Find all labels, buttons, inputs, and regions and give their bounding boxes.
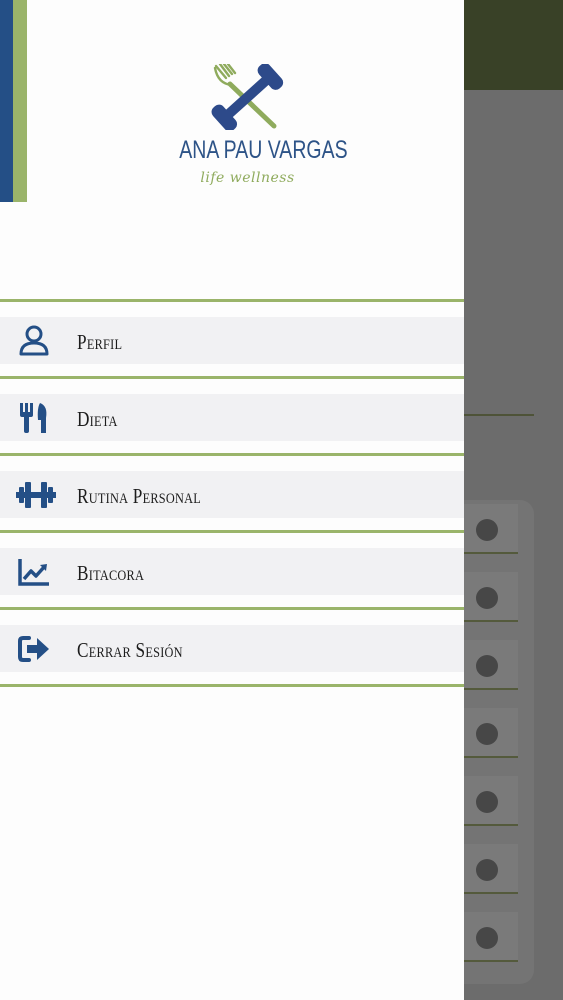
toggle-switch[interactable] (476, 655, 498, 677)
menu-divider (0, 684, 464, 687)
brand-name: ANA PAU VARGAS (179, 136, 348, 164)
toggle-switch[interactable] (476, 723, 498, 745)
settings-row (464, 572, 518, 622)
menu-item-background (0, 317, 464, 364)
toggle-switch[interactable] (476, 587, 498, 609)
navigation-drawer: ANA PAU VARGAS life wellness Perfil Diet… (0, 0, 464, 1000)
menu-item-bitacora[interactable]: Bitacora (0, 533, 464, 607)
menu-item-dieta[interactable]: Dieta (0, 379, 464, 453)
toggle-switch[interactable] (476, 859, 498, 881)
section-divider (464, 414, 534, 416)
menu-item-label: Rutina Personal (77, 484, 202, 508)
menu-item-background (0, 394, 464, 441)
user-icon (16, 323, 52, 359)
fork-dumbbell-icon (211, 64, 284, 130)
menu-item-label: Perfil (77, 330, 123, 354)
drawer-menu: Perfil Dieta Rutina Personal Bitacora Ce… (0, 299, 464, 687)
settings-row (464, 776, 518, 826)
brand-tagline: life wellness (200, 170, 295, 186)
menu-item-background (0, 625, 464, 672)
sign-out-icon (16, 631, 52, 667)
brand-stripe-green (13, 0, 27, 202)
brand-logo: ANA PAU VARGAS life wellness (160, 60, 348, 200)
menu-item-rutina-personal[interactable]: Rutina Personal (0, 456, 464, 530)
settings-row (464, 844, 518, 894)
menu-item-label: Cerrar Sesión (77, 638, 183, 662)
settings-row (464, 708, 518, 758)
toggle-switch[interactable] (476, 519, 498, 541)
menu-item-cerrar-sesion[interactable]: Cerrar Sesión (0, 610, 464, 684)
utensils-icon (16, 400, 52, 436)
menu-item-label: Dieta (77, 407, 118, 431)
toggle-switch[interactable] (476, 791, 498, 813)
menu-item-label: Bitacora (77, 561, 145, 585)
chart-line-icon (16, 554, 52, 590)
menu-item-background (0, 548, 464, 595)
menu-item-background (0, 471, 464, 518)
settings-row (464, 912, 518, 962)
settings-row (464, 640, 518, 690)
brand-stripe-blue (0, 0, 13, 202)
dumbbell-icon (16, 477, 56, 513)
toggle-switch[interactable] (476, 927, 498, 949)
menu-item-perfil[interactable]: Perfil (0, 302, 464, 376)
settings-row (464, 504, 518, 554)
